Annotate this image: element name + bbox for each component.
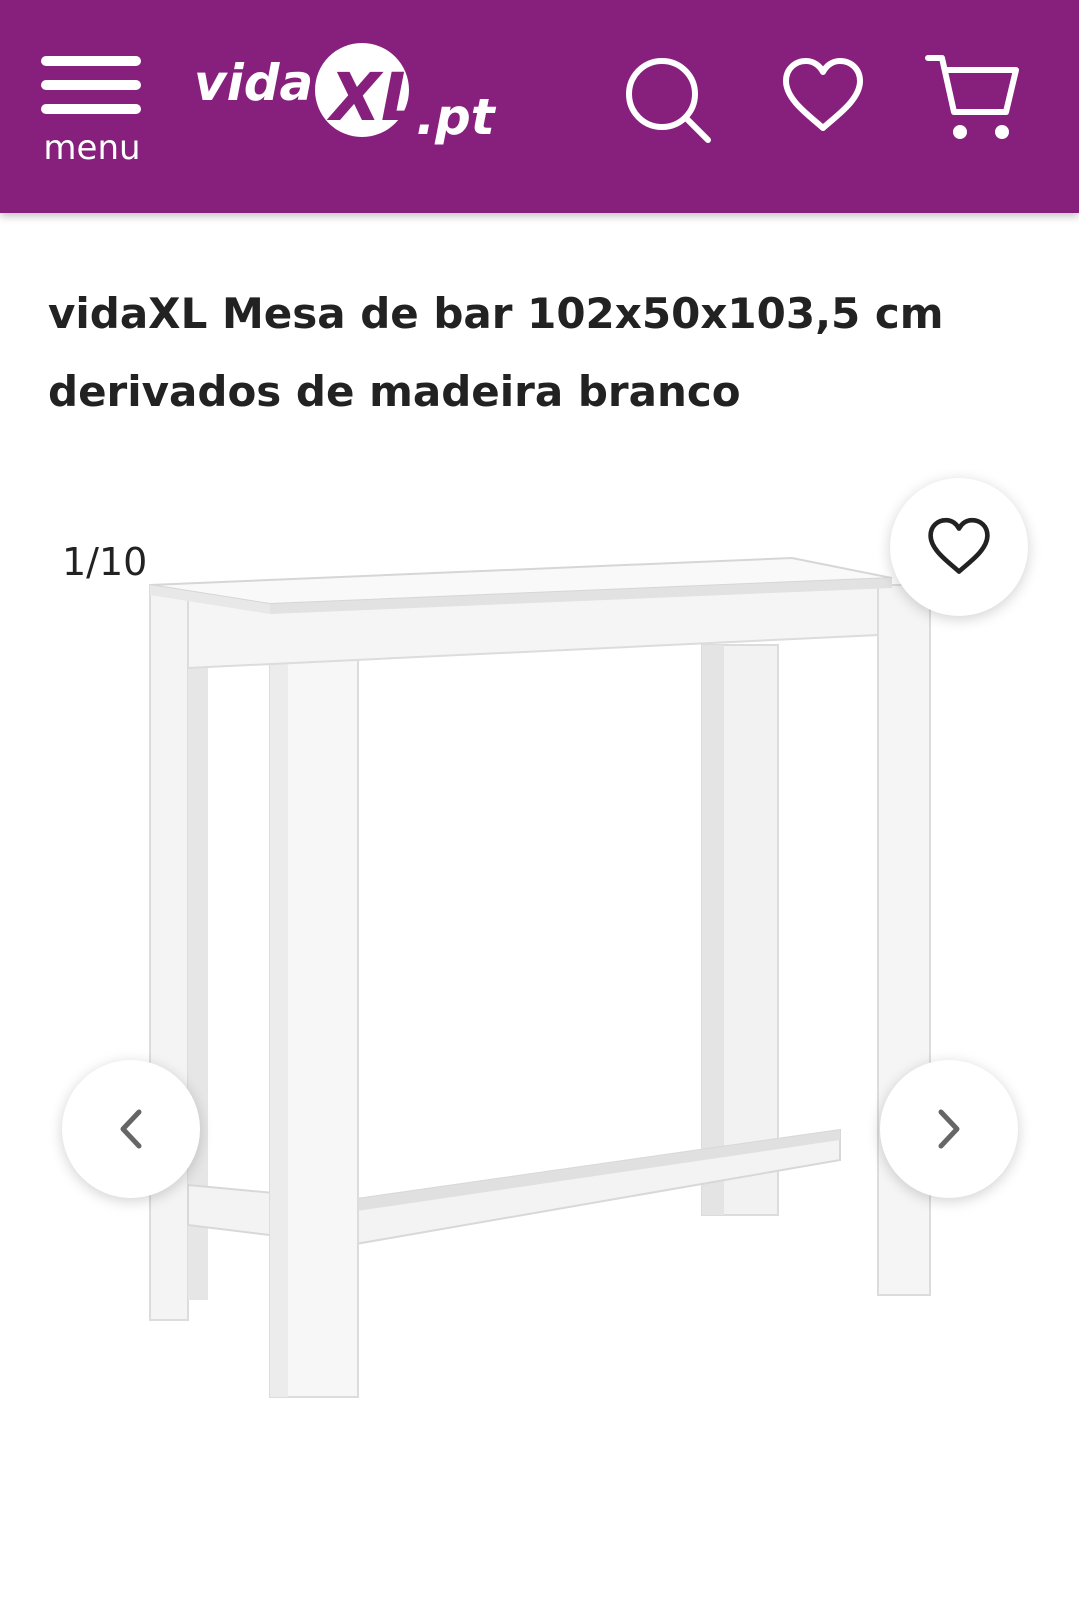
vidaxl-logo-graphic: vida XL .pt xyxy=(194,43,497,146)
gallery-next-button[interactable] xyxy=(880,1060,1018,1198)
product-image-gallery[interactable] xyxy=(0,470,1079,1470)
hamburger-menu-bar xyxy=(41,80,141,90)
gallery-wishlist-button[interactable] xyxy=(890,478,1028,616)
search-icon xyxy=(626,58,711,143)
heart-icon xyxy=(783,58,863,131)
menu-button[interactable]: menu xyxy=(38,50,148,170)
hamburger-menu-bar xyxy=(41,104,141,114)
search-button[interactable] xyxy=(620,52,720,152)
cart-button[interactable] xyxy=(924,50,1024,145)
vidaxl-logo[interactable]: vida XL .pt xyxy=(192,28,502,158)
chevron-right-icon xyxy=(938,1109,960,1149)
gallery-prev-button[interactable] xyxy=(62,1060,200,1198)
heart-icon xyxy=(928,517,990,574)
svg-text:vida: vida xyxy=(194,54,313,112)
svg-text:XL: XL xyxy=(326,59,423,136)
menu-label: menu xyxy=(43,128,141,168)
wishlist-button[interactable] xyxy=(780,56,866,136)
cart-icon xyxy=(925,55,1019,139)
product-title: vidaXL Mesa de bar 102x50x103,5 cm deriv… xyxy=(48,289,944,416)
hamburger-menu-icon xyxy=(41,56,141,66)
product-image xyxy=(149,556,931,1398)
gallery-counter: 1/10 xyxy=(62,540,148,584)
chevron-left-icon xyxy=(120,1109,142,1149)
svg-text:.pt: .pt xyxy=(416,88,497,146)
site-header: menu vida XL .pt xyxy=(0,0,1079,213)
